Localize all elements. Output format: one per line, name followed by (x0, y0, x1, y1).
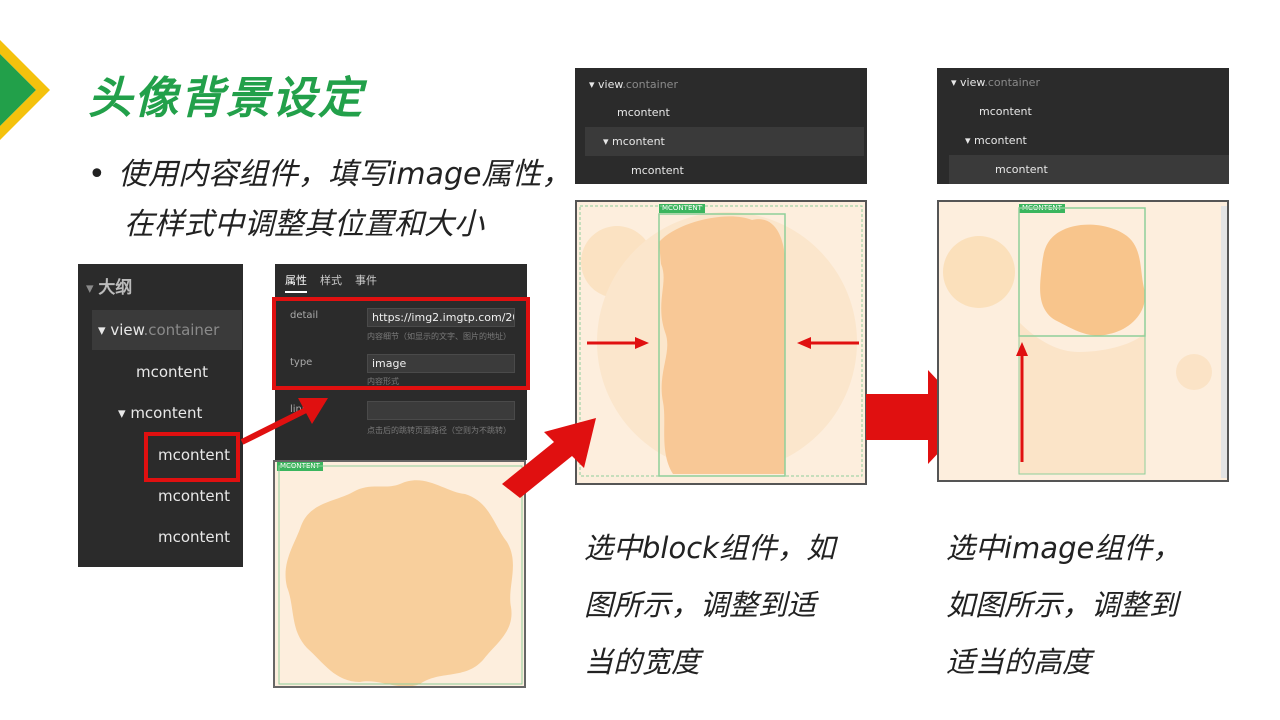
outline-header-label: 大纲 (98, 278, 133, 298)
caret-down-icon: ▾ (965, 134, 971, 147)
image-preview-initial: MCONTENT (273, 460, 526, 688)
tree-item-mcontent[interactable]: mcontent (979, 97, 1229, 126)
tree-item-view-container[interactable]: ▾ view.container (92, 310, 242, 350)
tree-item-view-container[interactable]: ▾ view.container (589, 70, 867, 99)
tree-item-mcontent[interactable]: mcontent (617, 98, 867, 127)
view-label: view (110, 321, 144, 339)
cropped-blob-shape (579, 205, 863, 477)
bullet-dot: • (88, 157, 106, 192)
tree-item-mcontent-selected[interactable]: ▾ mcontent (585, 127, 864, 156)
tree-item-mcontent[interactable]: mcontent (631, 156, 867, 184)
tree-screenshot-block: ▾ view.container mcontent ▾ mcontent mco… (575, 68, 867, 184)
tab-styles[interactable]: 样式 (320, 272, 342, 288)
block-width-preview: MCONTENT (575, 200, 867, 485)
chevron-logo-icon (0, 40, 50, 140)
red-arrow-icon (240, 398, 328, 445)
caret-down-icon: ▾ (118, 404, 126, 422)
link-input[interactable] (367, 401, 515, 420)
tree-item-mcontent-parent[interactable]: ▾ mcontent (965, 126, 1229, 155)
bullet-line-2: 在样式中调整其位置和大小 (124, 207, 484, 242)
caption-line: 如图所示，调整到 (946, 588, 1179, 622)
link-hint: 点击后的跳转页面路径（空则为不跳转） (367, 426, 511, 435)
caret-down-icon: ▾ (589, 78, 595, 91)
caret-down-icon: ▾ (951, 76, 957, 89)
caret-down-icon: ▾ (98, 321, 106, 339)
tree-screenshot-image: ▾ view.container mcontent ▾ mcontent mco… (937, 68, 1229, 184)
tree-item-mcontent-selected[interactable]: mcontent (949, 155, 1229, 184)
tab-events[interactable]: 事件 (355, 272, 377, 288)
tab-properties[interactable]: 属性 (285, 272, 307, 293)
bullet-text: • 使用内容组件，填写image属性， 在样式中调整其位置和大小 (88, 150, 571, 250)
view-label: view (598, 78, 623, 91)
tree-item-mcontent[interactable]: mcontent (158, 476, 243, 516)
bullet-line-1: 使用内容组件，填写image属性， (118, 157, 572, 192)
caption-line: 适当的高度 (946, 645, 1092, 679)
caption-line: 选中block组件，如 (584, 531, 835, 565)
caption-line: 当的宽度 (584, 645, 701, 679)
caret-down-icon: ▾ (86, 279, 94, 297)
big-red-arrow-icon (502, 418, 596, 498)
selection-highlight-box (144, 432, 240, 482)
tree-item-label: mcontent (130, 404, 203, 422)
view-class: .container (984, 76, 1040, 89)
peach-blob-shape (278, 465, 523, 686)
caption-image-height: 选中image组件， 如图所示，调整到 适当的高度 (946, 520, 1181, 691)
view-class: .container (143, 321, 220, 339)
view-class: .container (622, 78, 678, 91)
caption-line: 图所示，调整到适 (584, 588, 817, 622)
caption-line: 选中image组件， (946, 531, 1182, 565)
tree-item-label: mcontent (974, 134, 1027, 147)
tree-item-mcontent[interactable]: mcontent (158, 517, 243, 557)
view-label: view (960, 76, 985, 89)
caption-block-width: 选中block组件，如 图所示，调整到适 当的宽度 (584, 520, 835, 691)
detail-type-highlight-box (272, 297, 530, 390)
properties-tabs: 属性 样式 事件 (275, 264, 527, 293)
page-title: 头像背景设定 (88, 73, 364, 124)
cropped-blob-shape (943, 206, 1227, 478)
tree-item-mcontent-parent[interactable]: ▾ mcontent (118, 393, 243, 433)
tree-item-label: mcontent (612, 135, 665, 148)
image-height-preview: MCONTENT (937, 200, 1229, 482)
outline-panel: ▾ 大纲 ▾ view.container mcontent ▾ mconten… (78, 264, 243, 567)
tree-item-mcontent[interactable]: mcontent (136, 352, 243, 392)
caret-down-icon: ▾ (603, 135, 609, 148)
outline-header[interactable]: ▾ 大纲 (86, 268, 243, 308)
tree-item-view-container[interactable]: ▾ view.container (951, 68, 1229, 97)
